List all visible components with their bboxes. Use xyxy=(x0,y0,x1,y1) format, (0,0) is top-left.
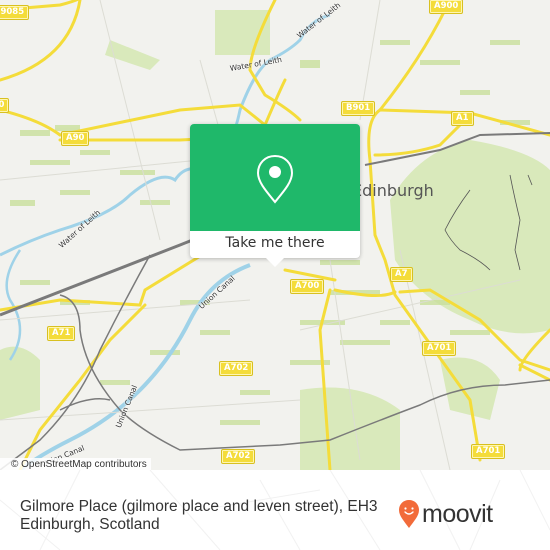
road-label-b901: B901 xyxy=(340,101,376,116)
take-me-there-button[interactable]: Take me there xyxy=(190,231,360,258)
footer: Gilmore Place (gilmore place and leven s… xyxy=(0,470,550,550)
moovit-wordmark: moovit xyxy=(422,499,493,528)
road-label-a700: A700 xyxy=(289,279,325,294)
road-label-a900: A900 xyxy=(428,0,464,14)
map[interactable]: Edinburgh B9085 A90 A90 A900 B901 A1 A71… xyxy=(0,0,550,470)
road-label-a90-left: A90 xyxy=(0,98,10,113)
road-label-a701-top: A701 xyxy=(421,341,457,356)
city-label: Edinburgh xyxy=(352,181,434,200)
moovit-logo[interactable]: moovit xyxy=(398,498,493,530)
road-label-a7: A7 xyxy=(390,267,413,282)
popup-header xyxy=(190,124,360,231)
location-pin-icon xyxy=(256,154,294,204)
road-label-a701-bottom: A701 xyxy=(470,444,506,459)
address-line-2: Edinburgh, Scotland xyxy=(20,516,160,533)
moovit-pin-icon xyxy=(399,500,419,528)
address: Gilmore Place (gilmore place and leven s… xyxy=(20,498,400,534)
road-label-a90: A90 xyxy=(60,131,90,146)
road-label-b9085: B9085 xyxy=(0,5,30,20)
road-label-a702-bottom: A702 xyxy=(220,449,256,464)
address-line-1: Gilmore Place (gilmore place and leven s… xyxy=(20,498,378,515)
location-popup: Take me there xyxy=(190,124,360,267)
road-label-a702-top: A702 xyxy=(218,361,254,376)
popup-pointer xyxy=(266,258,284,267)
road-label-a1: A1 xyxy=(451,111,474,126)
road-label-a71: A71 xyxy=(46,326,76,341)
